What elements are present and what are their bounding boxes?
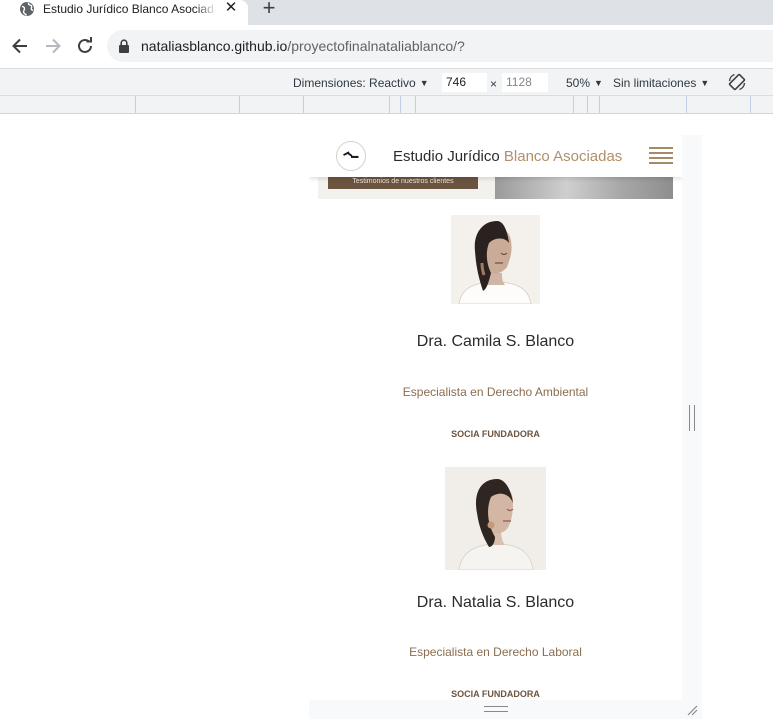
url-text[interactable]: nataliasblanco.github.io/proyectofinalna… [141,38,465,55]
menu-icon[interactable] [649,147,673,165]
chevron-down-icon: ▼ [419,78,429,88]
chevron-down-icon: ▼ [594,78,603,88]
woman-portrait-illustration [451,215,540,305]
times-sign: × [490,77,498,91]
member-role: SOCIA FUNDADORA [451,689,540,699]
tab-strip: Estudio Jurídico Blanco Asociadas ✕ + [0,0,773,25]
member-name: Dra. Camila S. Blanco [416,333,575,350]
resize-corner-icon[interactable] [686,704,698,716]
media-query-segment[interactable] [240,96,304,113]
member-specialty: Especialista en Derecho Laboral [409,645,582,659]
media-query-segment[interactable] [574,96,588,113]
media-query-segment[interactable] [600,96,687,113]
media-query-segment[interactable] [304,96,390,113]
media-query-segment[interactable] [416,96,574,113]
media-query-segment[interactable] [390,96,401,113]
reload-icon[interactable] [74,35,96,57]
media-query-segment[interactable] [588,96,600,113]
media-query-segment[interactable] [136,96,240,113]
zoom-dropdown[interactable]: 50% ▼ [566,76,603,90]
browser-toolbar: nataliasblanco.github.io/proyectofinalna… [0,25,773,68]
resize-handle-right[interactable] [689,405,695,431]
back-arrow-icon[interactable] [9,35,31,57]
testimonials-button[interactable]: Testimonios de nuestros clientes [328,177,478,189]
width-input[interactable]: 746 [442,73,487,92]
logo[interactable] [336,141,366,171]
member-specialty: Especialista en Derecho Ambiental [402,385,589,399]
member-name: Dra. Natalia S. Blanco [416,594,575,611]
device-toolbar: Dimensiones: Reactivo ▼ 746 × 1128 50% ▼ S… [0,68,773,95]
media-query-segment[interactable] [687,96,751,113]
chevron-down-icon: ▼ [700,78,710,88]
gavel-icon [343,151,359,158]
throttle-dropdown[interactable]: Sin limitaciones ▼ [613,76,709,90]
section-image [495,177,673,199]
tab-close-icon[interactable]: ✕ [224,0,238,16]
forward-arrow-icon[interactable] [42,35,64,57]
new-tab-button[interactable]: + [258,0,280,19]
member-portrait [451,215,540,305]
media-query-segment[interactable] [0,96,136,113]
brand-title[interactable]: Estudio Jurídico Blanco Asociadas [393,148,622,165]
media-query-bar [0,95,773,114]
woman-portrait-illustration [445,467,546,571]
testimonials-section: Testimonios de nuestros clientes [318,177,673,199]
address-bar[interactable]: nataliasblanco.github.io/proyectofinalna… [107,30,773,62]
rotate-icon[interactable] [727,72,747,92]
member-role: SOCIA FUNDADORA [451,429,540,439]
member-portrait [445,467,546,571]
browser-tab[interactable]: Estudio Jurídico Blanco Asociadas ✕ [0,0,248,25]
globe-icon [20,2,34,16]
site-header: Estudio Jurídico Blanco Asociadas [309,135,682,177]
emulated-page: Estudio Jurídico Blanco Asociadas Testim… [309,135,682,700]
media-query-segment[interactable] [401,96,416,113]
tab-title: Estudio Jurídico Blanco Asociadas [43,2,215,16]
dimensions-dropdown[interactable]: Dimensiones: Reactivo ▼ [293,76,429,90]
height-input[interactable]: 1128 [502,73,548,92]
lock-icon[interactable] [118,39,130,53]
resize-handle-bottom[interactable] [484,706,508,712]
